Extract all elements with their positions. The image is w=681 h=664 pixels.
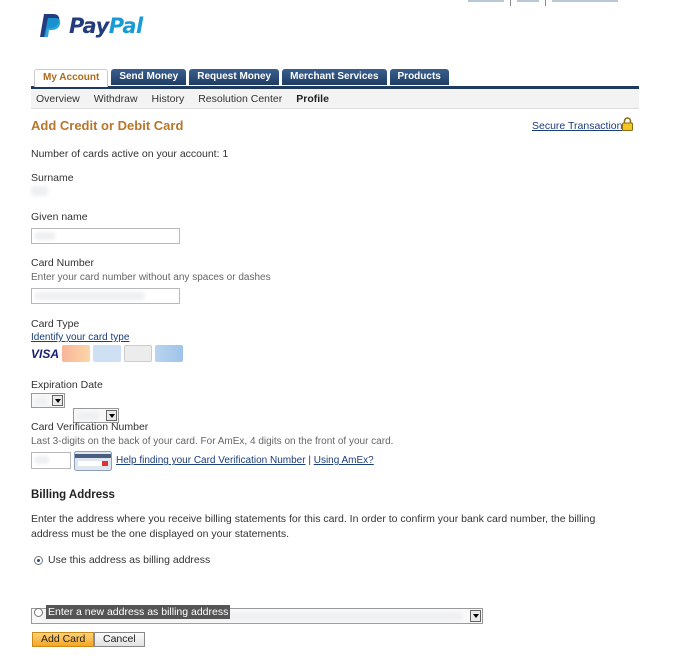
chevron-down-icon [470, 610, 481, 622]
tab-my-account[interactable]: My Account [34, 69, 109, 87]
cancel-button[interactable]: Cancel [94, 632, 145, 647]
top-utility-links [468, 0, 618, 6]
subnav-item-resolution-center[interactable]: Resolution Center [198, 93, 282, 105]
cvv-help-links: Help finding your Card Verification Numb… [116, 455, 374, 466]
card-number-label: Card Number [31, 257, 95, 269]
paypal-p-icon [40, 14, 61, 37]
cvv-label: Card Verification Number [31, 421, 149, 433]
existing-address-label: Use this address as billing address [48, 554, 211, 566]
year-value-redacted [77, 412, 99, 420]
new-address-label: Enter a new address as billing address [46, 605, 231, 619]
using-amex-link[interactable]: Using AmEx? [314, 455, 374, 466]
cvv-card-back-icon [74, 451, 112, 471]
new-address-radio[interactable] [34, 607, 43, 617]
link-separator [510, 0, 511, 6]
chevron-down-icon [106, 410, 117, 421]
use-existing-address-option[interactable]: Use this address as billing address [34, 554, 210, 566]
subnav-item-profile[interactable]: Profile [296, 93, 329, 105]
surname-value-redacted [31, 186, 48, 196]
card-number-input[interactable] [31, 288, 180, 304]
secure-transaction-link[interactable]: Secure Transaction [532, 120, 622, 132]
billing-description: Enter the address where you receive bill… [31, 513, 596, 540]
lock-icon [622, 117, 633, 131]
card-type-label: Card Type [31, 318, 80, 330]
cards-active-count: Number of cards active on your account: … [31, 148, 229, 160]
subnav-item-overview[interactable]: Overview [36, 93, 80, 105]
mastercard-logo[interactable] [62, 345, 90, 362]
cvv-input[interactable] [31, 452, 71, 469]
tab-request-money[interactable]: Request Money [189, 69, 280, 85]
utility-link[interactable] [468, 0, 504, 2]
surname-label: Surname [31, 172, 74, 184]
expiration-month-select[interactable] [31, 393, 65, 408]
tab-products[interactable]: Products [389, 69, 449, 85]
other-card-logo[interactable] [155, 345, 183, 362]
amex-logo[interactable] [93, 345, 121, 362]
card-number-help: Enter your card number without any space… [31, 272, 271, 283]
paypal-logo[interactable]: PayPal [39, 13, 143, 39]
card-type-logos: VISA [31, 345, 183, 362]
link-separator: | [308, 455, 311, 466]
expiration-date-label: Expiration Date [31, 379, 103, 391]
subnav-item-history[interactable]: History [152, 93, 185, 105]
main-nav-bar: My Account Send Money Request Money Merchan… [31, 68, 639, 89]
paypal-wordmark: PayPal [69, 14, 143, 38]
given-name-value-redacted [35, 232, 55, 240]
page-title: Add Credit or Debit Card [31, 118, 184, 133]
sub-nav: Overview Withdraw History Resolution Center… [31, 89, 639, 109]
utility-link[interactable] [552, 0, 618, 2]
visa-logo[interactable]: VISA [31, 347, 59, 361]
identify-card-type-link[interactable]: Identify your card type [31, 332, 129, 343]
cvv-value-redacted [35, 456, 49, 464]
new-address-option[interactable]: Enter a new address as billing address [34, 605, 231, 619]
add-card-button[interactable]: Add Card [32, 632, 95, 647]
given-name-input[interactable] [31, 228, 180, 244]
cvv-help-link[interactable]: Help finding your Card Verification Numb… [116, 455, 306, 466]
tab-merchant-services[interactable]: Merchant Services [282, 69, 387, 85]
card-number-value-redacted [35, 292, 145, 300]
billing-address-heading: Billing Address [31, 489, 115, 501]
subnav-item-withdraw[interactable]: Withdraw [94, 93, 138, 105]
month-value-redacted [35, 397, 47, 405]
existing-address-radio[interactable] [34, 555, 43, 565]
link-separator [545, 0, 546, 6]
cvv-help-text: Last 3-digits on the back of your card. … [31, 436, 394, 447]
tab-send-money[interactable]: Send Money [111, 69, 187, 85]
given-name-label: Given name [31, 211, 88, 223]
chevron-down-icon [52, 395, 63, 406]
discover-logo[interactable] [124, 345, 152, 362]
identify-card-type-link-wrap: Identify your card type [31, 332, 129, 343]
utility-link[interactable] [517, 0, 539, 2]
